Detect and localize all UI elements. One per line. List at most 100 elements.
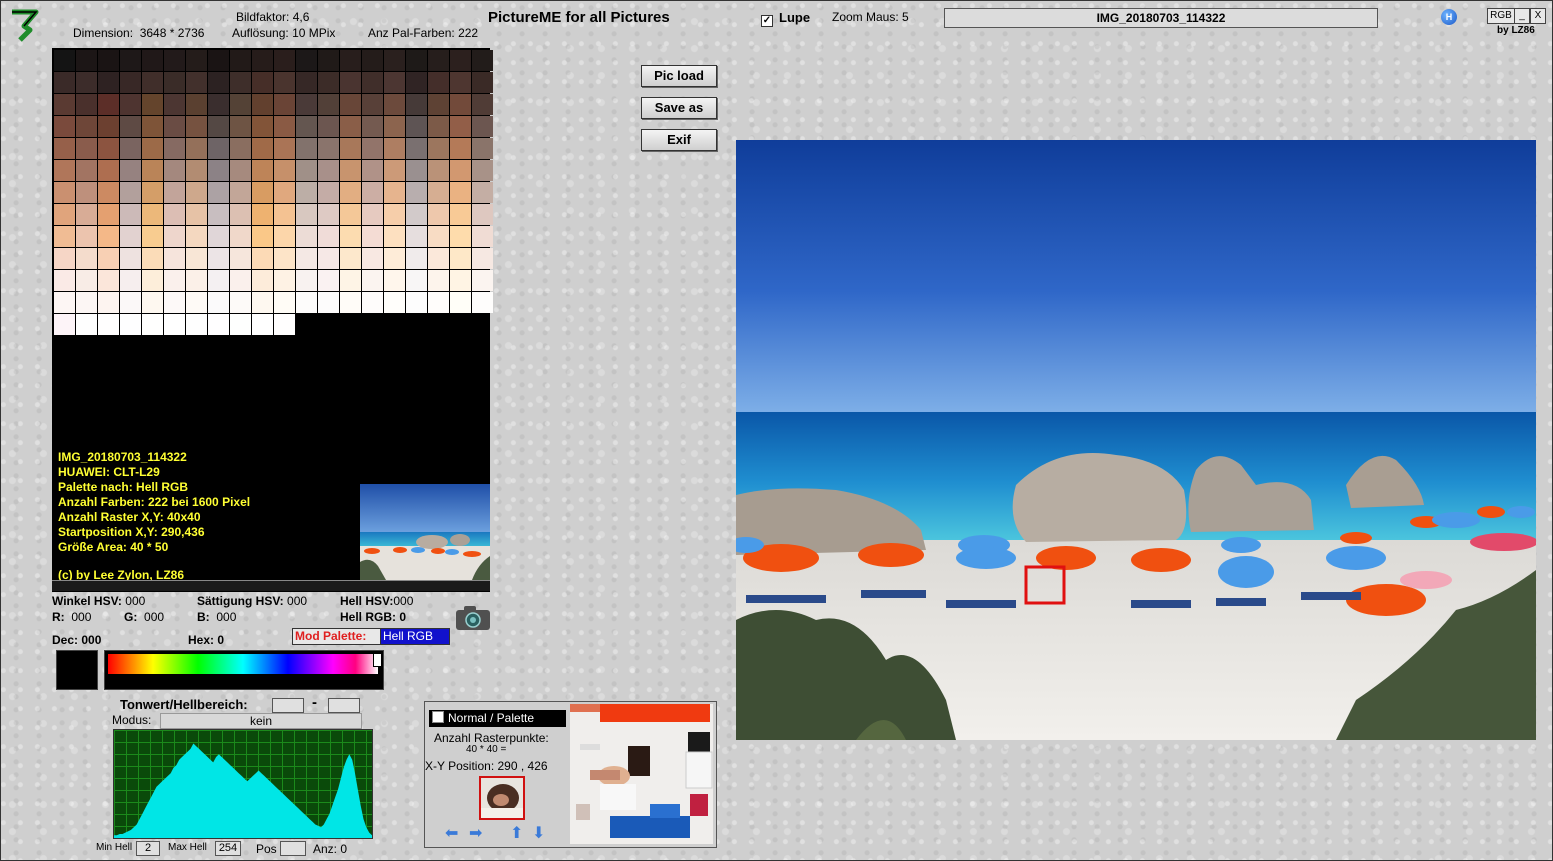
palette-cell[interactable] xyxy=(318,292,339,313)
palette-cell[interactable] xyxy=(208,160,229,181)
palette-cell[interactable] xyxy=(164,94,185,115)
exif-button[interactable]: Exif xyxy=(641,129,717,151)
palette-cell[interactable] xyxy=(120,72,141,93)
palette-cell[interactable] xyxy=(274,314,295,335)
palette-cell[interactable] xyxy=(428,116,449,137)
palette-cell[interactable] xyxy=(98,94,119,115)
palette-cell[interactable] xyxy=(406,116,427,137)
palette-cell[interactable] xyxy=(340,50,361,71)
palette-cell[interactable] xyxy=(208,292,229,313)
palette-cell[interactable] xyxy=(296,248,317,269)
palette-cell[interactable] xyxy=(384,248,405,269)
camera-icon[interactable] xyxy=(454,604,492,632)
palette-cell[interactable] xyxy=(274,226,295,247)
palette-cell[interactable] xyxy=(318,138,339,159)
palette-cell[interactable] xyxy=(164,160,185,181)
palette-cell[interactable] xyxy=(54,72,75,93)
palette-cell[interactable] xyxy=(142,204,163,225)
palette-cell[interactable] xyxy=(362,138,383,159)
palette-cell[interactable] xyxy=(230,314,251,335)
palette-cell[interactable] xyxy=(208,116,229,137)
palette-cell[interactable] xyxy=(384,292,405,313)
palette-cell[interactable] xyxy=(450,182,471,203)
lupe-checkbox[interactable]: ✓ xyxy=(761,15,773,27)
palette-cell[interactable] xyxy=(98,138,119,159)
palette-cell[interactable] xyxy=(428,72,449,93)
palette-cell[interactable] xyxy=(230,292,251,313)
palette-cell[interactable] xyxy=(186,314,207,335)
palette-cell[interactable] xyxy=(472,204,493,225)
palette-cell[interactable] xyxy=(98,116,119,137)
palette-cell[interactable] xyxy=(252,160,273,181)
palette-cell[interactable] xyxy=(318,116,339,137)
palette-cell[interactable] xyxy=(252,72,273,93)
palette-cell[interactable] xyxy=(318,160,339,181)
palette-cell[interactable] xyxy=(428,204,449,225)
palette-cell[interactable] xyxy=(384,204,405,225)
palette-cell[interactable] xyxy=(252,94,273,115)
palette-cell[interactable] xyxy=(98,248,119,269)
palette-cell[interactable] xyxy=(340,72,361,93)
palette-cell[interactable] xyxy=(384,72,405,93)
arrow-up-icon[interactable]: ⬆ xyxy=(510,826,523,842)
palette-cell[interactable] xyxy=(296,94,317,115)
palette-cell[interactable] xyxy=(252,116,273,137)
palette-cell[interactable] xyxy=(98,160,119,181)
palette-cell[interactable] xyxy=(142,160,163,181)
palette-cell[interactable] xyxy=(384,226,405,247)
palette-cell[interactable] xyxy=(186,160,207,181)
palette-cell[interactable] xyxy=(252,226,273,247)
palette-cell[interactable] xyxy=(76,94,97,115)
palette-cell[interactable] xyxy=(362,160,383,181)
palette-cell[interactable] xyxy=(164,248,185,269)
spectrum-gradient[interactable] xyxy=(108,654,378,674)
palette-cell[interactable] xyxy=(54,292,75,313)
palette-cell[interactable] xyxy=(98,204,119,225)
palette-cell[interactable] xyxy=(164,292,185,313)
palette-cell[interactable] xyxy=(54,270,75,291)
palette-cell[interactable] xyxy=(450,270,471,291)
palette-cell[interactable] xyxy=(362,50,383,71)
palette-cell[interactable] xyxy=(384,160,405,181)
palette-cell[interactable] xyxy=(362,248,383,269)
palette-cell[interactable] xyxy=(252,314,273,335)
palette-cell[interactable] xyxy=(252,204,273,225)
palette-cell[interactable] xyxy=(98,270,119,291)
pic-load-button[interactable]: Pic load xyxy=(641,65,717,87)
palette-cell[interactable] xyxy=(98,292,119,313)
palette-cell[interactable] xyxy=(274,204,295,225)
arrow-right-icon[interactable]: ➡ xyxy=(469,826,482,842)
palette-cell[interactable] xyxy=(120,94,141,115)
palette-cell[interactable] xyxy=(340,248,361,269)
palette-cell[interactable] xyxy=(54,248,75,269)
palette-cell[interactable] xyxy=(406,270,427,291)
palette-cell[interactable] xyxy=(428,182,449,203)
palette-grid[interactable] xyxy=(54,50,493,335)
palette-cell[interactable] xyxy=(120,248,141,269)
palette-cell[interactable] xyxy=(76,314,97,335)
palette-cell[interactable] xyxy=(406,292,427,313)
palette-cell[interactable] xyxy=(362,226,383,247)
palette-cell[interactable] xyxy=(340,160,361,181)
palette-cell[interactable] xyxy=(384,116,405,137)
palette-cell[interactable] xyxy=(208,248,229,269)
palette-cell[interactable] xyxy=(230,94,251,115)
palette-cell[interactable] xyxy=(296,50,317,71)
palette-cell[interactable] xyxy=(186,94,207,115)
palette-cell[interactable] xyxy=(450,94,471,115)
palette-cell[interactable] xyxy=(208,182,229,203)
palette-cell[interactable] xyxy=(252,50,273,71)
palette-cell[interactable] xyxy=(98,50,119,71)
palette-cell[interactable] xyxy=(98,182,119,203)
color-spectrum[interactable] xyxy=(104,650,384,690)
palette-cell[interactable] xyxy=(472,292,493,313)
palette-cell[interactable] xyxy=(230,50,251,71)
pos-field[interactable] xyxy=(280,841,306,856)
palette-cell[interactable] xyxy=(164,226,185,247)
palette-cell[interactable] xyxy=(230,72,251,93)
palette-cell[interactable] xyxy=(186,248,207,269)
palette-cell[interactable] xyxy=(208,138,229,159)
palette-cell[interactable] xyxy=(186,204,207,225)
palette-cell[interactable] xyxy=(76,50,97,71)
palette-cell[interactable] xyxy=(296,182,317,203)
